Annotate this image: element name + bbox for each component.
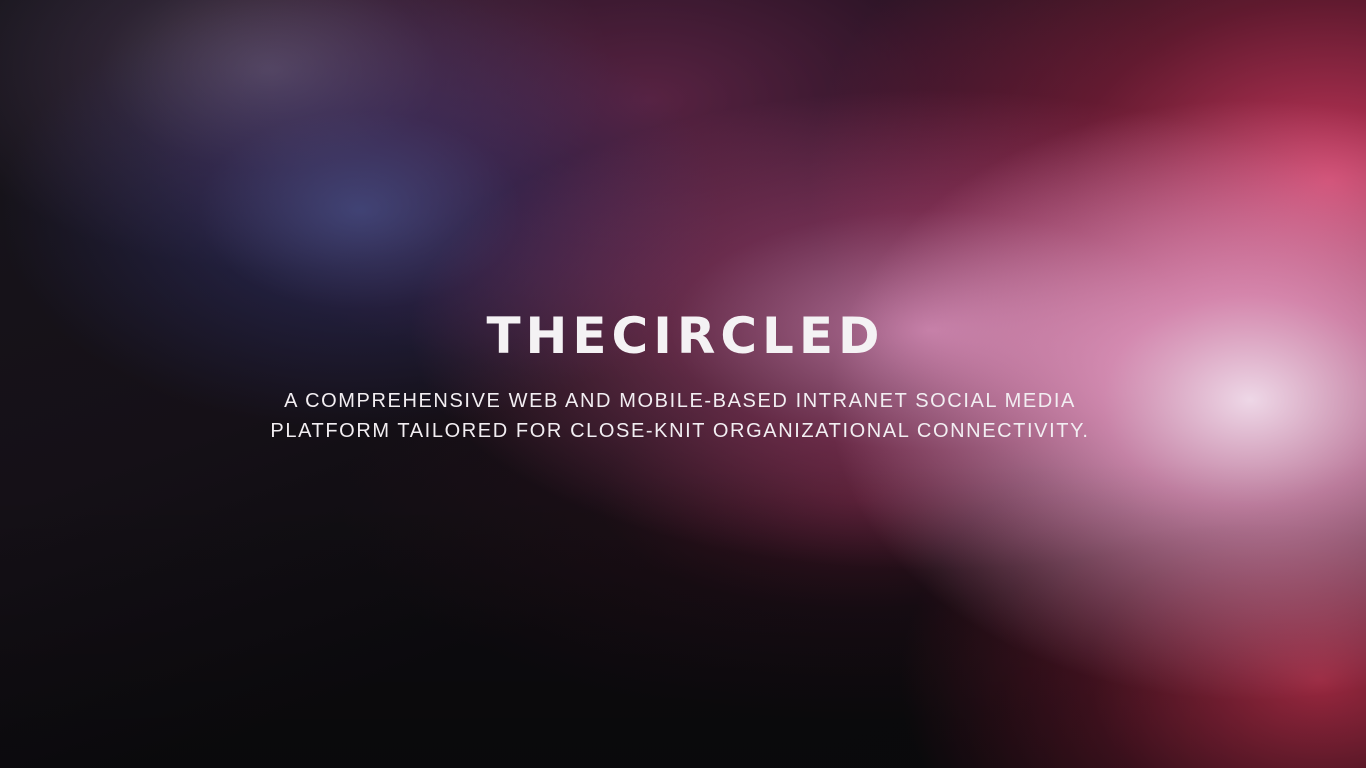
hero-content: THECIRCLED A COMPREHENSIVE WEB AND MOBIL… — [0, 0, 1366, 768]
hero-title: THECIRCLED — [486, 307, 885, 365]
hero-gradient-background: THECIRCLED A COMPREHENSIVE WEB AND MOBIL… — [0, 0, 1366, 768]
hero-subtitle: A COMPREHENSIVE WEB AND MOBILE-BASED INT… — [270, 390, 1090, 442]
